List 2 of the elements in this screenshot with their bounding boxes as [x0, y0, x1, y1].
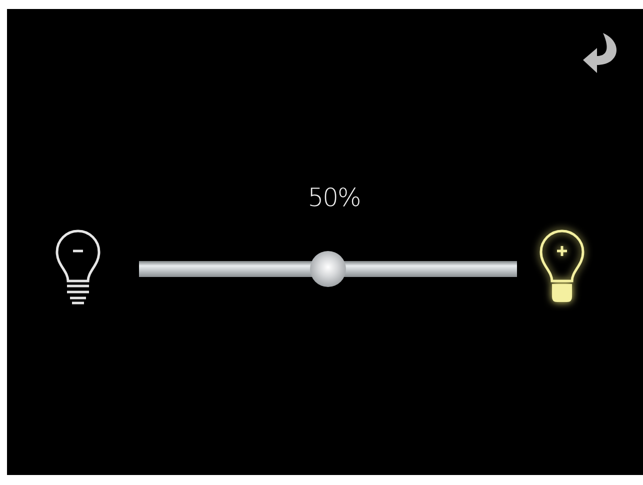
slider-thumb[interactable]	[310, 251, 346, 287]
brightness-reading: 50%	[308, 185, 360, 211]
